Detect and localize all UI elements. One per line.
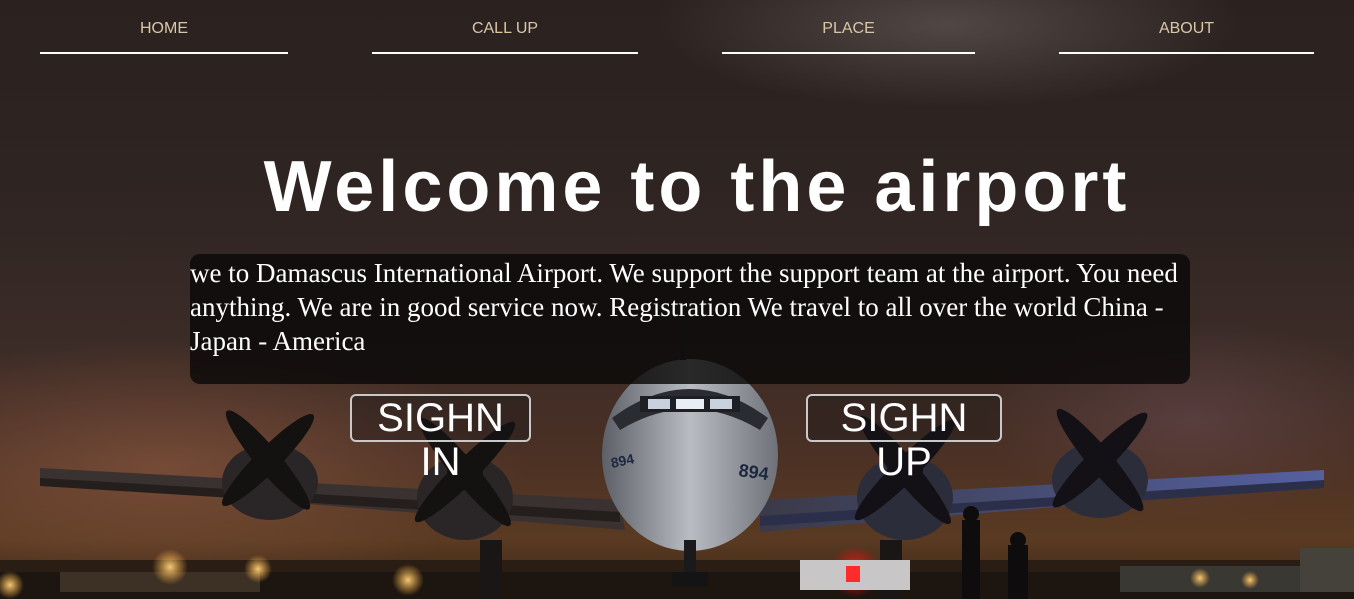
intro-text-box: we to Damascus International Airport. We…	[190, 254, 1190, 384]
aircraft-marking: 894	[737, 460, 770, 484]
nav-place-link[interactable]: PLACE	[722, 18, 975, 54]
nav-about-link[interactable]: ABOUT	[1059, 18, 1314, 54]
sign-in-button[interactable]: SIGHN IN	[350, 394, 531, 484]
sign-up-button[interactable]: SIGHN UP	[806, 394, 1002, 484]
nav-home-link[interactable]: HOME	[40, 18, 288, 54]
top-navigation: HOME CALL UP PLACE ABOUT	[0, 0, 1354, 60]
hero-section: 894 894 HOME CALL UP PLACE ABOUT Welcome…	[0, 0, 1354, 599]
nav-call-up-link[interactable]: CALL UP	[372, 18, 638, 54]
page-title: Welcome to the airport	[263, 147, 1131, 227]
